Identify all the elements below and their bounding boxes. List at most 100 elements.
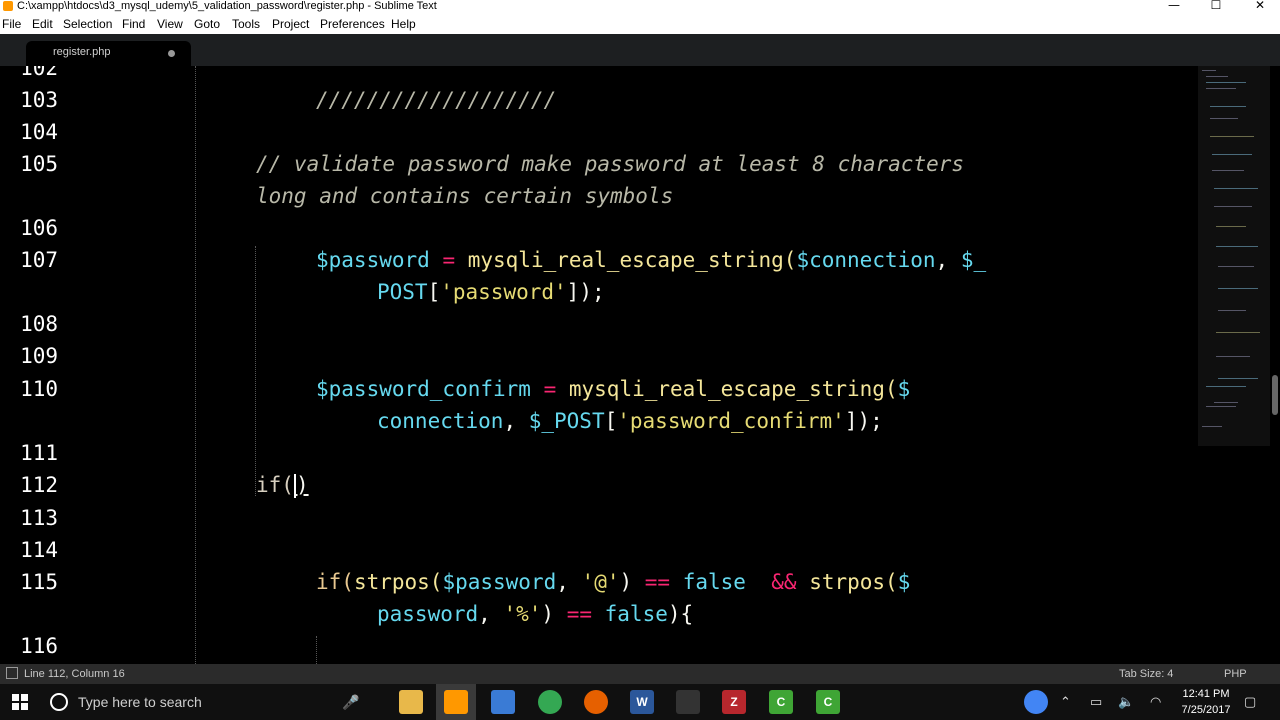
minimap-line <box>1210 118 1238 119</box>
menu-find[interactable]: Find <box>122 17 145 31</box>
token: POST <box>377 280 428 304</box>
line-number: 113 <box>20 506 58 530</box>
code-line-110: $password_confirm = mysqli_real_escape_s… <box>316 373 910 405</box>
file-explorer-icon[interactable] <box>399 690 423 714</box>
tab-register-php[interactable]: register.php <box>26 41 191 66</box>
token: , <box>935 248 961 272</box>
menu-goto[interactable]: Goto <box>194 17 220 31</box>
camtasia-recorder-icon[interactable]: C <box>816 690 840 714</box>
minimap-line <box>1216 332 1260 333</box>
token: $password <box>316 248 430 272</box>
notification-icon[interactable]: ▢ <box>1244 694 1256 710</box>
menu-project[interactable]: Project <box>272 17 309 31</box>
menu-preferences[interactable]: Preferences <box>320 17 385 31</box>
minimap-line <box>1218 310 1246 311</box>
taskbar-search-input[interactable]: Type here to search <box>78 694 202 710</box>
firefox-icon[interactable] <box>584 690 608 714</box>
token: ) <box>295 473 309 497</box>
title-bar: C:\xampp\htdocs\d3_mysql_udemy\5_validat… <box>0 0 1280 14</box>
cortana-icon[interactable] <box>50 693 68 711</box>
minimap-line <box>1216 246 1258 247</box>
token: '%' <box>503 602 542 626</box>
minimap-line <box>1214 188 1258 189</box>
line-number: 114 <box>20 538 58 562</box>
clock[interactable]: 12:41 PM 7/25/2017 <box>1178 686 1234 718</box>
minimap-viewport[interactable] <box>1198 66 1270 446</box>
window-title: C:\xampp\htdocs\d3_mysql_udemy\5_validat… <box>17 0 437 12</box>
tab-size[interactable]: Tab Size: 4 <box>1119 668 1173 680</box>
store-icon[interactable] <box>491 690 515 714</box>
microphone-icon[interactable]: 🎤 <box>342 694 359 711</box>
cursor-position: Line 112, Column 16 <box>24 668 125 680</box>
minimap-line <box>1218 288 1258 289</box>
sublime-app-icon <box>3 1 13 11</box>
menu-file[interactable]: File <box>2 17 21 31</box>
close-button[interactable]: ✕ <box>1238 0 1280 14</box>
word-icon[interactable]: W <box>630 690 654 714</box>
menu-selection[interactable]: Selection <box>63 17 112 31</box>
token: $connection <box>796 248 936 272</box>
minimap-line <box>1206 82 1246 83</box>
token: ) <box>619 570 645 594</box>
clock-time: 12:41 PM <box>1182 688 1230 700</box>
minimize-button[interactable]: — <box>1152 0 1196 14</box>
code-line-107-wrap: POST['password']); <box>377 276 605 308</box>
menu-view[interactable]: View <box>157 17 183 31</box>
modified-dot-icon[interactable] <box>168 50 175 57</box>
token: false <box>682 570 746 594</box>
indent-guide <box>255 246 257 496</box>
token: $_ <box>960 248 987 272</box>
panel-toggle-icon[interactable] <box>6 667 18 679</box>
line-number: 112 <box>20 473 58 497</box>
minimap-line <box>1214 206 1252 207</box>
line-number: 110 <box>20 377 58 401</box>
minimap[interactable] <box>1198 66 1270 664</box>
tray-chevron-icon[interactable]: ⌃ <box>1060 694 1071 710</box>
token: if( <box>256 473 294 497</box>
token: [ <box>427 280 441 304</box>
line-number: 104 <box>20 120 58 144</box>
line-number: 109 <box>20 344 58 368</box>
code-editor[interactable]: 102 103 104 105 106 107 108 109 110 111 … <box>0 66 1280 664</box>
minimap-line <box>1206 88 1236 89</box>
windows-start-icon[interactable] <box>12 694 28 710</box>
chrome-icon[interactable] <box>538 690 562 714</box>
filezilla-icon[interactable]: Z <box>722 690 746 714</box>
tab-bar: register.php <box>0 34 1280 66</box>
misc-app-icon[interactable] <box>676 690 700 714</box>
line-number: 105 <box>20 152 58 176</box>
menu-edit[interactable]: Edit <box>32 17 53 31</box>
wifi-icon[interactable]: ◠ <box>1150 694 1161 710</box>
network-icon[interactable]: ▭ <box>1090 694 1102 710</box>
token: 'password' <box>440 280 567 304</box>
token: password <box>377 602 479 626</box>
code-line-107: $password = mysqli_real_escape_string($c… <box>316 244 986 276</box>
minimap-line <box>1218 378 1258 379</box>
minimap-line <box>1218 266 1254 267</box>
menu-tools[interactable]: Tools <box>232 17 260 31</box>
code-line-115: if(strpos($password, '@') == false && st… <box>316 566 910 598</box>
token: $_POST <box>528 409 605 433</box>
syntax-mode[interactable]: PHP <box>1224 668 1247 680</box>
tab-label: register.php <box>53 46 111 58</box>
clock-date: 7/25/2017 <box>1181 704 1231 716</box>
token: strpos( <box>353 570 443 594</box>
token: ]); <box>566 280 605 304</box>
token: connection <box>377 409 504 433</box>
vertical-scrollbar[interactable] <box>1272 375 1278 415</box>
camtasia-icon[interactable]: C <box>769 690 793 714</box>
minimap-line <box>1202 426 1222 427</box>
token: $ <box>897 570 911 594</box>
volume-icon[interactable]: 🔈 <box>1118 694 1134 710</box>
token: , <box>503 409 529 433</box>
token: == <box>644 570 671 594</box>
maximize-button[interactable]: ☐ <box>1194 0 1238 14</box>
token: ]); <box>844 409 883 433</box>
chrome-tray-icon[interactable] <box>1024 690 1048 714</box>
menu-help[interactable]: Help <box>391 17 416 31</box>
sublime-text-taskbar-icon[interactable] <box>444 690 468 714</box>
code-line-110-wrap: connection, $_POST['password_confirm']); <box>377 405 883 437</box>
